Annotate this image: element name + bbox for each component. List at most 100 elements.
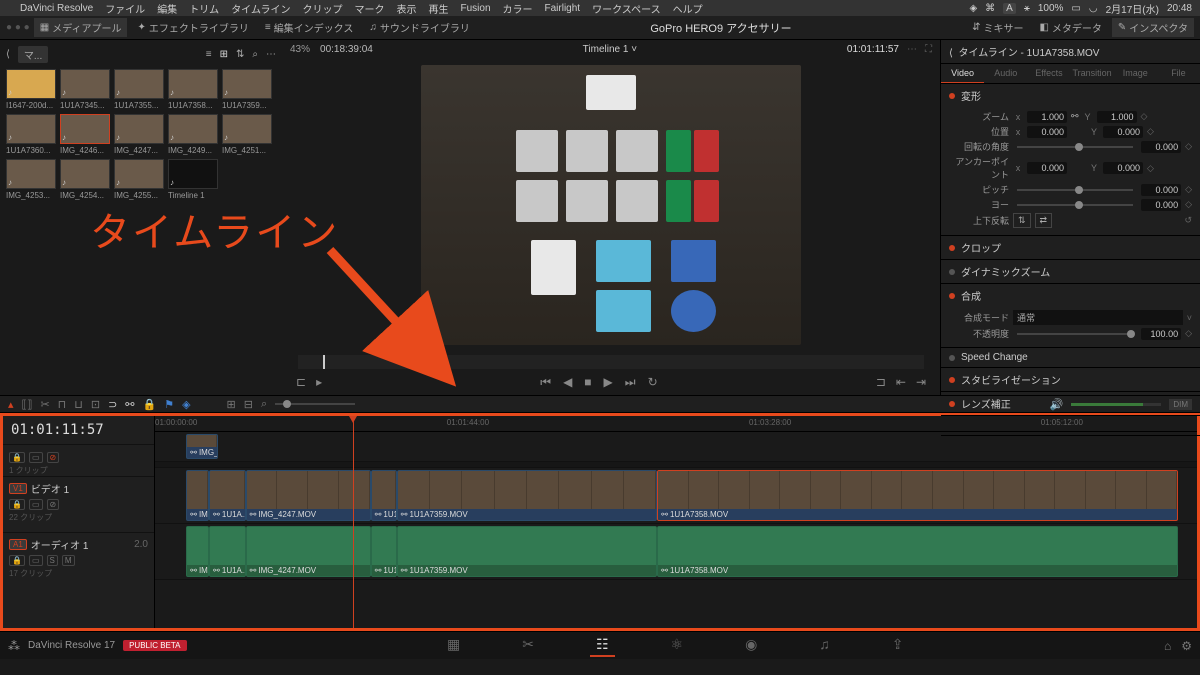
- snapping-icon[interactable]: ⊃: [108, 398, 117, 411]
- menu-timeline[interactable]: タイムライン: [231, 1, 290, 16]
- flip-h-icon[interactable]: ⇄: [1035, 213, 1053, 228]
- menu-fairlight[interactable]: Fairlight: [545, 3, 581, 14]
- tl-options-icon[interactable]: ⊟: [244, 398, 253, 411]
- effects-lib-button[interactable]: ✦エフェクトライブラリ: [131, 18, 254, 37]
- media-pool-button[interactable]: ▦メディアプール: [34, 18, 128, 37]
- keyframe-icon[interactable]: ◇: [1147, 126, 1154, 137]
- inspector-button[interactable]: ✎インスペクタ: [1112, 18, 1194, 37]
- mixer-button[interactable]: ⇵ミキサー: [966, 18, 1029, 37]
- anchor-y-field[interactable]: 0.000: [1103, 162, 1143, 174]
- zoom-y-field[interactable]: 1.000: [1097, 111, 1137, 123]
- reset-icon[interactable]: ↺: [1184, 215, 1192, 226]
- status-icon[interactable]: ◈: [969, 3, 977, 14]
- audio-clip[interactable]: ⚯IMG_4247.MOV: [246, 526, 371, 577]
- play-icon[interactable]: ▶: [602, 373, 615, 391]
- inspector-tab-transition[interactable]: Transition: [1071, 64, 1114, 83]
- list-view-icon[interactable]: ≡: [206, 49, 212, 60]
- viewer-options-icon[interactable]: ⋯: [907, 44, 917, 55]
- zoom-icon[interactable]: ⌕: [261, 398, 267, 411]
- speed-section-header[interactable]: Speed Change: [941, 348, 1200, 367]
- window-controls[interactable]: ● ● ●: [6, 22, 30, 33]
- filter-icon[interactable]: ⋯: [266, 49, 276, 60]
- keyframe-icon[interactable]: ◇: [1185, 328, 1192, 339]
- overwrite-icon[interactable]: ⊐: [874, 373, 888, 391]
- page-cut-icon[interactable]: ✂: [516, 634, 540, 657]
- page-fairlight-icon[interactable]: ♫: [813, 634, 836, 657]
- trim-tool-icon[interactable]: ⟦⟧: [22, 398, 33, 411]
- volume-slider[interactable]: [1071, 403, 1161, 406]
- rotation-slider[interactable]: [1017, 146, 1133, 148]
- keyframe-icon[interactable]: ◇: [1141, 111, 1148, 122]
- audio-clip[interactable]: ⚯1U1A7358.MOV: [657, 526, 1178, 577]
- media-thumb[interactable]: ♪1U1A7355...: [114, 69, 164, 110]
- page-color-icon[interactable]: ◉: [739, 634, 763, 657]
- pitch-slider[interactable]: [1017, 189, 1133, 191]
- yaw-field[interactable]: 0.000: [1141, 199, 1181, 211]
- media-thumb[interactable]: ♪I1647-200d...: [6, 69, 56, 110]
- media-thumb[interactable]: ♪IMG_4254...: [60, 159, 110, 200]
- track-view-icon[interactable]: ▭: [29, 499, 43, 510]
- overwrite-tool-icon[interactable]: ⊔: [74, 398, 83, 411]
- flip-v-icon[interactable]: ⇅: [1013, 213, 1031, 228]
- volume-icon[interactable]: 🔊: [1050, 398, 1064, 411]
- dim-button[interactable]: DIM: [1169, 399, 1192, 410]
- track-lane-a1[interactable]: ⚯IMG_...⚯1U1A...⚯IMG_4247.MOV⚯1U1A...⚯1U…: [155, 524, 1197, 580]
- disable-icon[interactable]: ⊘: [47, 452, 60, 463]
- go-last-icon[interactable]: ⇥: [914, 373, 928, 391]
- media-thumb[interactable]: ♪IMG_4249...: [168, 114, 218, 155]
- a1-badge[interactable]: A1: [9, 539, 27, 550]
- control-center-icon[interactable]: ⌘: [985, 3, 995, 14]
- replace-icon[interactable]: ⊡: [91, 398, 100, 411]
- media-thumb[interactable]: ♪Timeline 1: [168, 159, 218, 200]
- track-header-a1[interactable]: A1オーディオ 12.0 🔒▭SM 17 クリップ: [3, 532, 154, 588]
- link-icon[interactable]: ⚯: [1071, 111, 1079, 122]
- link-icon[interactable]: ⚯: [125, 398, 134, 411]
- audio-clip[interactable]: ⚯IMG_...: [186, 526, 209, 577]
- keyframe-icon[interactable]: ◇: [1185, 141, 1192, 152]
- search-icon[interactable]: ⌕: [252, 49, 258, 60]
- inspector-tab-image[interactable]: Image: [1114, 64, 1157, 83]
- track-lane-v2[interactable]: ⚯IMG_...: [155, 432, 1197, 462]
- keyframe-icon[interactable]: ◇: [1185, 184, 1192, 195]
- anchor-x-field[interactable]: 0.000: [1027, 162, 1067, 174]
- media-thumb[interactable]: ♪IMG_4247...: [114, 114, 164, 155]
- go-first-icon[interactable]: ⇤: [894, 373, 908, 391]
- viewer-canvas[interactable]: [282, 58, 940, 351]
- sort-icon[interactable]: ⇅: [236, 49, 244, 60]
- track-header-v2[interactable]: 🔒▭⊘ 1 クリップ: [3, 444, 154, 476]
- stop-icon[interactable]: ■: [582, 373, 593, 391]
- dynamic-zoom-section-header[interactable]: ダイナミックズーム: [941, 260, 1200, 283]
- lock-icon[interactable]: 🔒: [9, 555, 25, 566]
- zoom-x-field[interactable]: 1.000: [1027, 111, 1067, 123]
- pos-y-field[interactable]: 0.000: [1103, 126, 1143, 138]
- menu-mark[interactable]: マーク: [355, 1, 385, 16]
- metadata-button[interactable]: ◧メタデータ: [1033, 18, 1107, 37]
- bin-label[interactable]: マ...: [18, 46, 48, 63]
- bluetooth-icon[interactable]: ⚹: [1024, 3, 1030, 14]
- media-thumb[interactable]: ♪IMG_4255...: [114, 159, 164, 200]
- inspector-tab-video[interactable]: Video: [941, 64, 984, 83]
- track-view-icon[interactable]: ▭: [29, 452, 43, 463]
- pool-collapse-icon[interactable]: ⟨: [6, 49, 10, 60]
- media-thumb[interactable]: ♪IMG_4253...: [6, 159, 56, 200]
- timeline-ruler[interactable]: 01:00:00:0001:01:44:0001:03:28:0001:05:1…: [155, 416, 1197, 432]
- video-clip[interactable]: ⚯1U1A7358.MOV: [657, 470, 1178, 521]
- blade-tool-icon[interactable]: ✂: [40, 398, 49, 411]
- menu-help[interactable]: ヘルプ: [673, 1, 703, 16]
- rotation-field[interactable]: 0.000: [1141, 141, 1181, 153]
- keyframe-icon[interactable]: ◇: [1147, 163, 1154, 174]
- menu-playback[interactable]: 再生: [429, 1, 449, 16]
- settings-icon[interactable]: ⚙: [1181, 639, 1192, 653]
- inspector-tab-file[interactable]: File: [1157, 64, 1200, 83]
- v1-badge[interactable]: V1: [9, 483, 27, 494]
- video-clip[interactable]: ⚯1U1A...: [371, 470, 397, 521]
- mute-button[interactable]: M: [62, 555, 75, 566]
- tl-zoom-slider[interactable]: [275, 403, 355, 405]
- transform-section-header[interactable]: 変形: [941, 84, 1200, 107]
- timeline-tracks-area[interactable]: 01:00:00:0001:01:44:0001:03:28:0001:05:1…: [155, 416, 1197, 628]
- media-thumb[interactable]: ♪IMG_4251...: [222, 114, 272, 155]
- video-clip[interactable]: ⚯IMG_...: [186, 470, 209, 521]
- marker-icon[interactable]: ◈: [182, 398, 190, 411]
- timeline-name[interactable]: Timeline 1 ˅: [373, 44, 847, 55]
- viewer-scrub-bar[interactable]: [298, 355, 924, 369]
